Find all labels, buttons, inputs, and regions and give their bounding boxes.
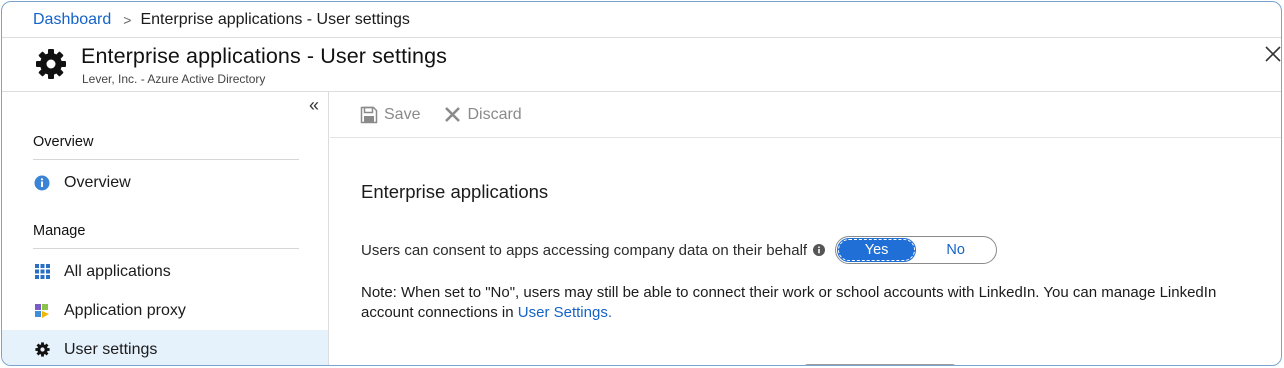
note-text: Note: When set to "No", users may still … — [361, 284, 1217, 321]
app-proxy-icon — [33, 302, 51, 320]
sidebar-item-application-proxy[interactable]: Application proxy — [2, 291, 328, 330]
sidebar-item-label: All applications — [64, 262, 171, 280]
consent-toggle: Yes No — [835, 236, 998, 264]
toggle-no-option[interactable]: No — [917, 239, 994, 261]
discard-icon — [445, 107, 461, 122]
user-settings-link[interactable]: User Settings. — [518, 304, 612, 321]
blade-window: Dashboard > Enterprise applications - Us… — [1, 1, 1282, 366]
page-title: Enterprise applications - User settings — [81, 44, 447, 68]
main-content: Save Discard Enterprise applications Use… — [330, 92, 1281, 365]
collapse-sidebar-button[interactable]: « — [309, 96, 319, 114]
sidebar-item-label: Overview — [64, 173, 131, 191]
sidebar-item-user-settings[interactable]: User settings — [2, 330, 328, 365]
save-button-label: Save — [384, 105, 421, 123]
info-icon[interactable] — [813, 244, 826, 256]
breadcrumb-current: Enterprise applications - User settings — [140, 10, 410, 28]
divider — [33, 248, 299, 249]
save-icon — [360, 106, 378, 123]
breadcrumb: Dashboard > Enterprise applications - Us… — [2, 2, 1281, 38]
discard-button-label: Discard — [467, 105, 522, 123]
sidebar-item-label: Application proxy — [64, 301, 186, 319]
sidebar-item-label: User settings — [64, 340, 158, 358]
breadcrumb-dashboard-link[interactable]: Dashboard — [33, 11, 111, 29]
sidebar: « Overview Overview Manage All applicati… — [2, 92, 329, 365]
close-icon[interactable] — [1263, 44, 1282, 64]
grid-icon — [33, 263, 51, 281]
toggle-yes-option[interactable]: Yes — [837, 238, 917, 262]
page-subtitle: Lever, Inc. - Azure Active Directory — [82, 72, 266, 86]
consent-setting-row: Users can consent to apps accessing comp… — [361, 236, 998, 264]
gear-icon — [33, 341, 51, 359]
info-icon — [33, 174, 51, 192]
save-button[interactable]: Save — [360, 106, 420, 124]
discard-button[interactable]: Discard — [444, 105, 522, 124]
sidebar-section-overview: Overview — [33, 134, 94, 150]
partially-visible-button[interactable] — [802, 364, 958, 365]
sidebar-section-manage: Manage — [33, 223, 86, 239]
linkedin-note: Note: When set to "No", users may still … — [361, 283, 1241, 323]
gear-icon — [36, 49, 66, 79]
blade-header: Enterprise applications - User settings … — [2, 38, 1281, 92]
toolbar: Save Discard — [330, 92, 1281, 138]
sidebar-item-all-applications[interactable]: All applications — [2, 252, 328, 291]
section-heading: Enterprise applications — [361, 181, 549, 202]
sidebar-item-overview[interactable]: Overview — [2, 163, 328, 202]
consent-setting-label: Users can consent to apps accessing comp… — [361, 241, 808, 259]
breadcrumb-separator: > — [123, 11, 132, 28]
divider — [33, 159, 299, 160]
